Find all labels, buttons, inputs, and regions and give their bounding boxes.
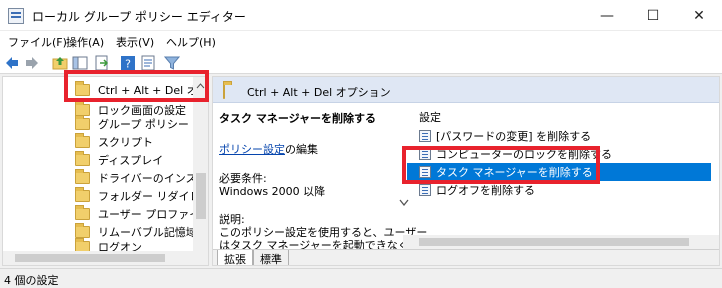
menu-help[interactable]: ヘルプ(H)	[166, 34, 216, 50]
requirements-value: Windows 2000 以降	[219, 185, 326, 198]
policy-link-suffix: の編集	[285, 143, 318, 156]
highlight-box-list	[402, 146, 600, 184]
status-bar: 4 個の設定	[0, 268, 722, 288]
policy-editor-app-icon	[8, 8, 24, 24]
folder-icon	[75, 133, 90, 148]
view-tabs: 拡張 標準	[213, 249, 719, 265]
maximize-button[interactable]: ☐	[630, 0, 676, 31]
tree-item-user-profiles[interactable]: ユーザー プロファイル	[75, 204, 208, 224]
extended-description: タスク マネージャーを削除する ポリシー設定の編集 必要条件: Windows …	[213, 103, 431, 252]
folder-up-icon[interactable]	[52, 55, 68, 71]
list-horizontal-scroll-thumb[interactable]	[419, 238, 689, 246]
menu-file[interactable]: ファイル(F)	[8, 34, 67, 50]
tree-item-label: ディスプレイ	[98, 154, 164, 167]
menu-action[interactable]: 操作(A)	[66, 34, 104, 50]
column-header-setting[interactable]: 設定	[419, 109, 441, 125]
policy-settings-link[interactable]: ポリシー設定	[219, 143, 285, 156]
tab-extended[interactable]: 拡張	[217, 250, 253, 265]
menu-view[interactable]: 表示(V)	[116, 34, 154, 50]
export-list-icon[interactable]	[94, 55, 110, 71]
forward-arrow-icon[interactable]	[24, 55, 40, 71]
folder-icon	[75, 205, 90, 220]
policy-setting-icon	[419, 184, 431, 196]
back-arrow-icon[interactable]	[4, 55, 20, 71]
svg-text:?: ?	[125, 58, 131, 71]
folder-icon	[223, 84, 225, 99]
tab-standard[interactable]: 標準	[253, 250, 289, 265]
menu-bar: ファイル(F) 操作(A) 表示(V) ヘルプ(H)	[0, 31, 722, 53]
policy-setting-icon	[419, 130, 431, 142]
list-item[interactable]: [パスワードの変更] を削除する	[407, 127, 711, 145]
help-icon[interactable]: ?	[120, 55, 136, 71]
edit-policy-line: ポリシー設定の編集	[219, 141, 318, 157]
tree-item-group-policy[interactable]: グループ ポリシー	[75, 114, 189, 134]
tree-horizontal-scroll-thumb[interactable]	[15, 254, 165, 262]
tree-item-label: スクリプト	[98, 136, 153, 149]
status-text: 4 個の設定	[4, 274, 59, 287]
folder-icon	[75, 187, 90, 202]
console-tree: Ctrl + Alt + Del オプション ロック画面の設定 グループ ポリシ…	[2, 76, 209, 266]
tree-vertical-scroll-thumb[interactable]	[196, 173, 206, 219]
folder-icon	[75, 115, 90, 130]
tree-item-driver-install[interactable]: ドライバーのインストール	[75, 168, 208, 188]
filter-icon[interactable]	[164, 55, 180, 71]
tree-vertical-scrollbar[interactable]	[193, 77, 208, 265]
details-header-title: Ctrl + Alt + Del オプション	[247, 86, 391, 99]
details-header: Ctrl + Alt + Del オプション	[213, 77, 719, 103]
close-button[interactable]: ✕	[676, 0, 722, 31]
folder-icon	[75, 151, 90, 166]
tree-item-folder-redirect[interactable]: フォルダー リダイレクト	[75, 186, 208, 206]
window-title: ローカル グループ ポリシー エディター	[32, 10, 246, 24]
show-hide-tree-icon[interactable]	[72, 55, 88, 71]
list-item-label: [パスワードの変更] を削除する	[436, 130, 592, 143]
properties-icon[interactable]	[140, 55, 156, 71]
highlight-box-tree	[64, 70, 209, 102]
list-item-label: ログオフを削除する	[436, 184, 535, 197]
policy-title: タスク マネージャーを削除する	[219, 112, 377, 125]
folder-icon	[75, 169, 90, 184]
minimize-button[interactable]: —	[584, 0, 630, 31]
tree-item-label: グループ ポリシー	[98, 118, 189, 131]
tree-item-scripts[interactable]: スクリプト	[75, 132, 153, 152]
title-bar: ローカル グループ ポリシー エディター — ☐ ✕	[0, 0, 722, 31]
tree-item-display[interactable]: ディスプレイ	[75, 150, 163, 170]
